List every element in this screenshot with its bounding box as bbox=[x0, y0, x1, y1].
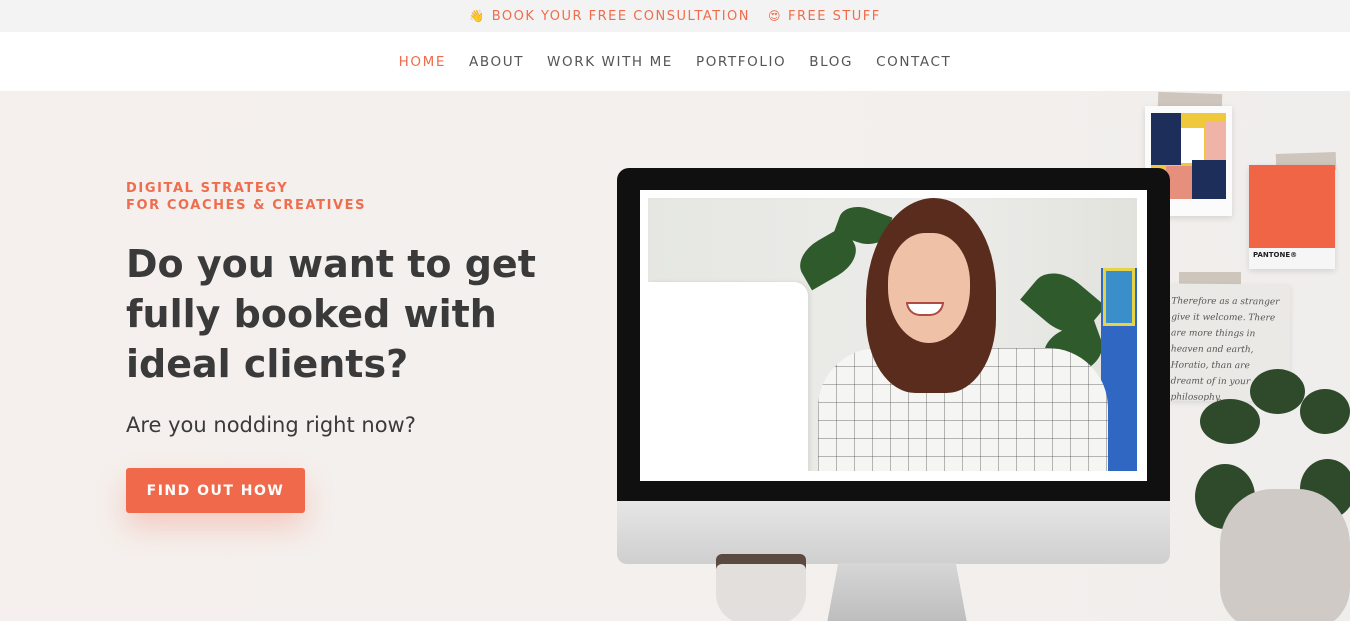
nav-contact[interactable]: CONTACT bbox=[876, 54, 951, 70]
nav-blog[interactable]: BLOG bbox=[809, 54, 853, 70]
potted-plant bbox=[1190, 369, 1350, 621]
waving-hand-icon: 👋 bbox=[469, 9, 486, 23]
imac-screen bbox=[640, 190, 1147, 481]
free-stuff-link[interactable]: 😍 FREE STUFF bbox=[768, 9, 881, 24]
find-out-how-button[interactable]: FIND OUT HOW bbox=[126, 468, 305, 513]
book-consultation-link[interactable]: 👋 BOOK YOUR FREE CONSULTATION bbox=[469, 9, 750, 24]
nav-home[interactable]: HOME bbox=[399, 54, 446, 70]
promo-bar: 👋 BOOK YOUR FREE CONSULTATION 😍 FREE STU… bbox=[0, 0, 1350, 32]
woman-smiling-photo bbox=[648, 198, 1137, 471]
imac-chin bbox=[617, 501, 1170, 564]
hero-subheading: Are you nodding right now? bbox=[126, 413, 416, 437]
free-stuff-label: FREE STUFF bbox=[788, 8, 881, 24]
heart-eyes-icon: 😍 bbox=[768, 9, 783, 23]
imac-stand bbox=[827, 563, 967, 621]
book-consultation-label: BOOK YOUR FREE CONSULTATION bbox=[491, 8, 751, 24]
hero-headline: Do you want to get fully booked with ide… bbox=[126, 242, 536, 386]
imac-computer bbox=[617, 168, 1170, 621]
pantone-card: PANTONE® bbox=[1249, 165, 1335, 269]
pantone-swatch bbox=[1249, 165, 1335, 248]
picture-frame bbox=[1103, 268, 1135, 326]
hero-eyebrow: DIGITAL STRATEGY FOR COACHES & CREATIVES bbox=[126, 180, 366, 214]
nav-about[interactable]: ABOUT bbox=[469, 54, 524, 70]
nav-portfolio[interactable]: PORTFOLIO bbox=[696, 54, 786, 70]
white-monitor bbox=[648, 282, 808, 471]
eyebrow-line-1: DIGITAL STRATEGY bbox=[126, 181, 289, 196]
plant-pot bbox=[1220, 489, 1350, 621]
pantone-label: PANTONE® bbox=[1253, 251, 1298, 259]
eyebrow-line-2: FOR COACHES & CREATIVES bbox=[126, 198, 367, 213]
main-nav: HOME ABOUT WORK WITH ME PORTFOLIO BLOG C… bbox=[0, 32, 1350, 91]
nav-work-with-me[interactable]: WORK WITH ME bbox=[547, 54, 673, 70]
coffee-mug bbox=[716, 554, 806, 621]
hero-section: DIGITAL STRATEGY FOR COACHES & CREATIVES… bbox=[0, 91, 1350, 621]
